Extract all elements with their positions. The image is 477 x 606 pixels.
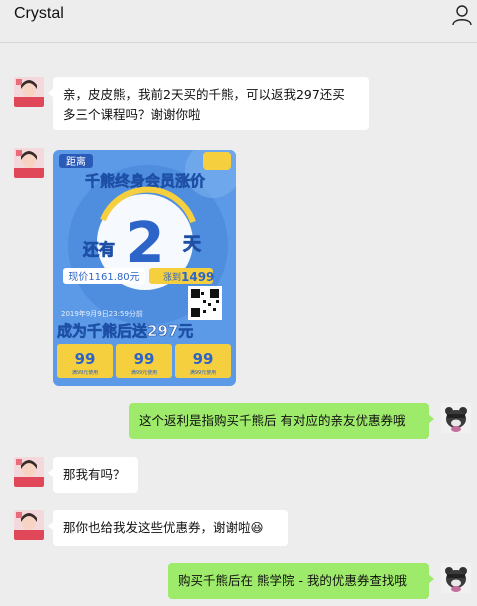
poster-deadline: 2019年9月9日23:59分前 — [61, 309, 143, 318]
contact-avatar[interactable] — [14, 510, 44, 540]
message-text: 亲，皮皮熊，我前2天买的千熊，可以返我297还买 — [63, 87, 345, 102]
message-bubble[interactable]: 亲，皮皮熊，我前2天买的千熊，可以返我297还买 多三个课程吗？谢谢你啦 — [48, 77, 369, 130]
message-bubble[interactable]: 购买千熊后在 熊学院 - 我的优惠券查找哦 — [168, 563, 434, 599]
poster-raise-price: 1499 — [181, 270, 214, 284]
poster-coupon: 99 满99元使用 — [57, 344, 113, 378]
message-text: 那你也给我发这些优惠券，谢谢啦 — [63, 520, 251, 535]
poster-current-price: 现价1161.80元 — [68, 271, 139, 283]
coupon-note: 满99元使用 — [72, 369, 98, 376]
profile-icon[interactable] — [451, 4, 473, 26]
contact-avatar[interactable] — [14, 77, 44, 107]
message-text: 那我有吗？ — [63, 467, 126, 482]
chat-title: Crystal — [14, 5, 64, 22]
my-avatar[interactable] — [441, 403, 471, 433]
message-text: 购买千熊后在 熊学院 - 我的优惠券查找哦 — [178, 573, 407, 588]
poster-still-label: 还有 — [82, 240, 115, 259]
coupon-value: 99 — [75, 350, 96, 368]
coupon-value: 99 — [193, 350, 214, 368]
my-avatar[interactable] — [441, 563, 471, 593]
coupon-value: 99 — [134, 350, 155, 368]
message-bubble[interactable]: 那我有吗？ — [48, 457, 138, 493]
poster-days-unit: 天 — [183, 234, 202, 255]
promo-poster-image[interactable]: 距离 千熊终身会员涨价 还有 2 天 现价1161.80元 涨到 1499 20… — [53, 150, 236, 386]
poster-raise-label: 涨到 — [163, 271, 181, 283]
chat-header: Crystal — [0, 0, 477, 43]
contact-avatar[interactable] — [14, 457, 44, 487]
coupon-note: 满99元使用 — [131, 369, 157, 376]
poster-distance-label: 距离 — [66, 155, 86, 168]
contact-avatar[interactable] — [14, 148, 44, 178]
message-text: 这个返利是指购买千熊后 有对应的亲友优惠券哦 — [139, 413, 406, 428]
poster-days-number: 2 — [126, 211, 165, 276]
grin-emoji-icon: 😆 — [250, 520, 264, 535]
poster-coupon: 99 满99元使用 — [116, 344, 172, 378]
message-bubble[interactable]: 这个返利是指购买千熊后 有对应的亲友优惠券哦 — [129, 403, 434, 439]
coupon-note: 满99元使用 — [190, 369, 216, 376]
poster-coupon: 99 满99元使用 — [175, 344, 231, 378]
message-bubble[interactable]: 那你也给我发这些优惠券，谢谢啦😆 — [48, 510, 288, 546]
poster-promo: 成为千熊后送297元 — [57, 322, 193, 340]
message-text: 多三个课程吗？谢谢你啦 — [63, 107, 201, 122]
